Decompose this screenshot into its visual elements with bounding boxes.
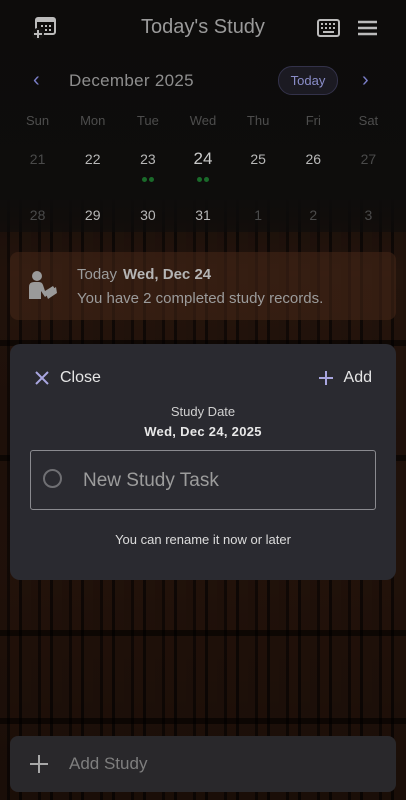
calendar-week-row: 28 29 30 31 1 2 3 — [10, 198, 396, 250]
day-number: 3 — [364, 207, 373, 223]
previous-month-icon[interactable]: ‹ — [33, 69, 40, 92]
study-date-label: Study Date — [170, 404, 236, 419]
calendar-day-cell[interactable]: 25 — [231, 142, 286, 198]
add-button[interactable]: Add — [318, 368, 372, 388]
summary-heading: Today Wed, Dec 24 — [77, 266, 211, 283]
record-indicator — [175, 176, 230, 182]
record-dot — [148, 177, 154, 182]
calendar-day-cell[interactable]: 3 — [341, 198, 396, 250]
calendar-day-cell[interactable]: 22 — [65, 142, 120, 198]
calendar-day-cell[interactable]: 31 — [175, 198, 230, 250]
close-label: Close — [60, 369, 101, 386]
plus-icon — [28, 753, 50, 775]
task-complete-radio[interactable] — [43, 469, 62, 488]
calendar-day-cell[interactable]: 24 — [175, 141, 230, 198]
add-label: Add — [343, 369, 372, 386]
day-number: 1 — [254, 207, 263, 223]
record-dot — [141, 177, 147, 182]
plus-icon — [318, 371, 333, 385]
weekday-label: Wed — [189, 113, 217, 128]
daily-summary-card[interactable]: Today Wed, Dec 24 You have 2 completed st… — [10, 252, 396, 320]
app-header: Today's Study — [0, 0, 406, 56]
task-input-box — [30, 450, 376, 511]
weekday-label: Sat — [358, 113, 379, 128]
summary-message: You have 2 completed study records. — [77, 290, 324, 307]
keyboard-icon[interactable] — [316, 15, 342, 41]
record-dot — [203, 177, 209, 182]
calendar-week-row: 21 22 23 24 25 26 27 — [10, 132, 396, 198]
study-date-value: Wed, Dec 24, 2025 — [144, 424, 262, 439]
month-navigation: ‹ December 2025 Today › — [0, 66, 406, 96]
page-title: Today's Study — [141, 16, 265, 38]
summary-date: Wed, Dec 24 — [123, 266, 212, 283]
record-dot — [196, 177, 202, 182]
calendar-day-cell[interactable]: 1 — [231, 198, 286, 250]
weekday-label: Tue — [136, 113, 159, 128]
task-name-input[interactable] — [81, 451, 365, 511]
calendar-day-cell[interactable]: 23 — [120, 142, 175, 198]
weekday-label: Mon — [80, 113, 106, 128]
day-number: 30 — [140, 207, 156, 223]
month-label: December 2025 — [69, 71, 194, 90]
close-button[interactable]: Close — [34, 368, 101, 388]
day-number: 31 — [195, 207, 211, 223]
weekday-label: Thu — [246, 113, 270, 128]
weekday-header: Sun Mon Tue Wed Thu Fri Sat — [10, 110, 396, 132]
calendar-grid: Sun Mon Tue Wed Thu Fri Sat 21 22 23 24 25 26 27 28 29… — [10, 110, 396, 250]
day-number: 22 — [84, 151, 101, 167]
calendar-day-cell[interactable]: 28 — [10, 198, 65, 250]
day-number: 26 — [305, 151, 322, 167]
selected-day-number: 24 — [175, 141, 230, 177]
reading-person-icon — [26, 269, 58, 303]
day-number: 2 — [309, 207, 318, 223]
rename-hint: You can rename it now or later — [115, 532, 291, 547]
day-number: 27 — [360, 151, 377, 167]
calendar-day-cell[interactable]: 27 — [341, 142, 396, 198]
calendar-day-cell[interactable]: 21 — [10, 142, 65, 198]
weekday-label: Sun — [26, 113, 50, 128]
day-number: 25 — [250, 151, 266, 167]
today-button[interactable]: Today — [278, 66, 338, 95]
day-number: 23 — [140, 151, 156, 167]
add-study-dialog: Close Add Study Date Wed, Dec 24, 2025 Y… — [10, 344, 396, 580]
next-month-icon[interactable]: › — [362, 69, 369, 92]
add-study-label: Add Study — [69, 754, 148, 773]
day-number: 28 — [29, 207, 46, 223]
weekday-label: Fri — [305, 113, 321, 128]
today-tag: Today — [77, 266, 118, 283]
calendar-day-cell[interactable]: 29 — [65, 198, 120, 250]
calendar-day-cell[interactable]: 26 — [286, 142, 341, 198]
calendar-day-cell[interactable]: 30 — [120, 198, 175, 250]
record-indicator — [120, 176, 175, 182]
day-number: 21 — [29, 151, 46, 167]
day-number: 29 — [84, 207, 101, 223]
add-study-bar[interactable]: Add Study — [10, 736, 396, 792]
calendar-day-cell[interactable]: 2 — [286, 198, 341, 250]
menu-icon[interactable] — [355, 15, 381, 41]
close-icon — [35, 371, 49, 385]
